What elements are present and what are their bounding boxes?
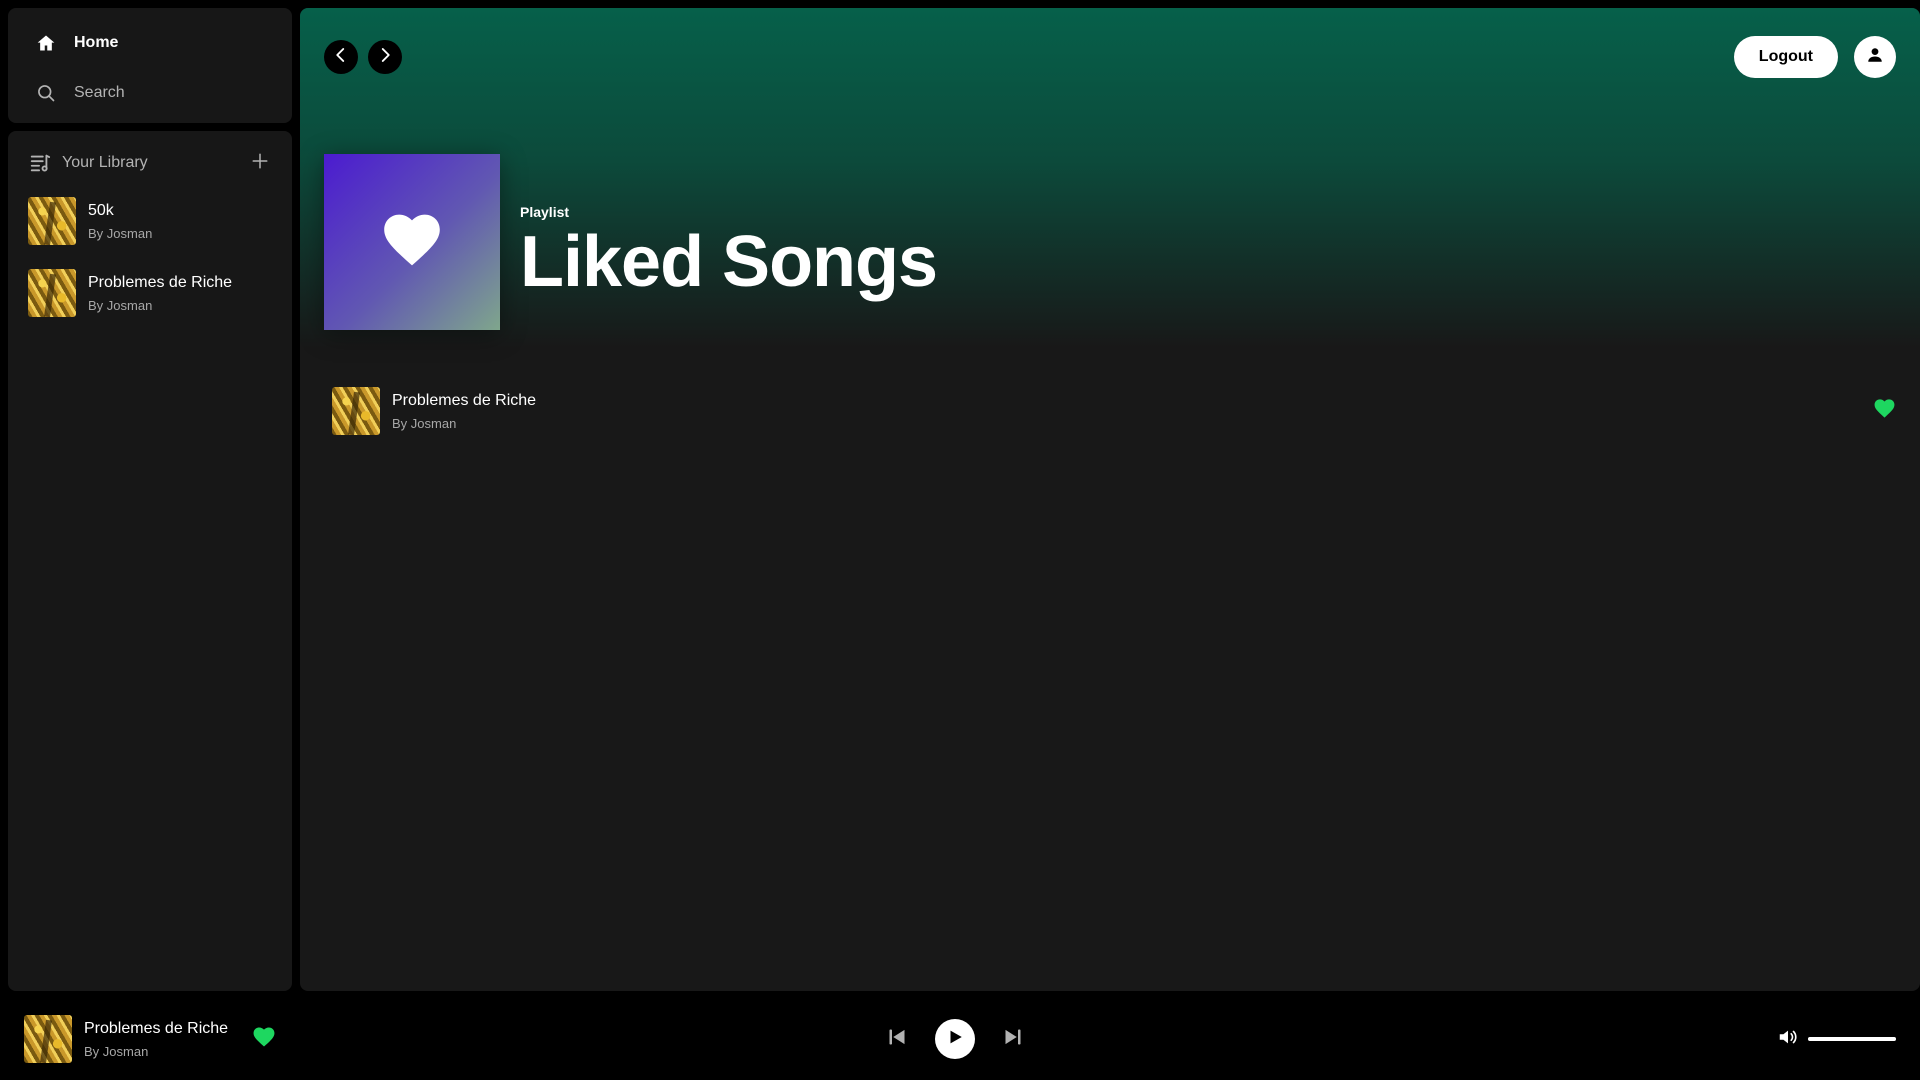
page-title: Liked Songs: [520, 222, 938, 302]
playback-controls: [885, 1019, 1025, 1059]
now-playing-text: Problemes de Riche By Josman: [84, 1020, 228, 1059]
sidebar-item-label: Search: [74, 84, 125, 101]
mute-button[interactable]: [1776, 1027, 1800, 1051]
volume-fill: [1808, 1037, 1896, 1041]
sidebar-item-home[interactable]: Home: [28, 28, 272, 58]
play-button[interactable]: [935, 1019, 975, 1059]
main-content: Logout Playlist Liked Songs Problemes de…: [300, 8, 1920, 991]
play-icon: [946, 1028, 964, 1051]
song-text: Problemes de Riche By Josman: [392, 392, 536, 431]
plus-icon: [251, 152, 269, 175]
user-menu-button[interactable]: [1854, 36, 1896, 78]
chevron-left-icon: [332, 46, 350, 69]
app-window: Home Search Your Library 50k By Josman P…: [0, 0, 1920, 1080]
library-item-text: Problemes de Riche By Josman: [88, 274, 232, 313]
logout-button[interactable]: Logout: [1733, 36, 1838, 78]
history-navigation: [324, 40, 402, 74]
sidebar-item-label: Home: [74, 34, 119, 51]
song-title: Problemes de Riche: [392, 391, 537, 409]
playlist-cover: [324, 154, 500, 330]
playlist-type: Playlist: [520, 204, 570, 220]
heart-icon: [1874, 399, 1895, 423]
forward-button[interactable]: [368, 40, 402, 74]
now-playing-artist: By Josman: [84, 1043, 149, 1059]
library-item[interactable]: Problemes de Riche By Josman: [28, 265, 272, 321]
heart-icon: [383, 213, 441, 272]
library-button[interactable]: Your Library: [28, 151, 148, 175]
user-icon: [1866, 46, 1884, 69]
album-cover: [28, 269, 76, 317]
library-item-subtitle: By Josman: [88, 225, 153, 241]
top-bar: Logout: [324, 35, 1896, 79]
now-playing-title: Problemes de Riche: [84, 1019, 229, 1037]
skip-previous-icon: [887, 1027, 907, 1052]
search-icon: [34, 81, 58, 105]
previous-button[interactable]: [885, 1027, 909, 1051]
library-panel: Your Library 50k By Josman Problemes de …: [8, 131, 292, 991]
volume-slider[interactable]: [1808, 1037, 1896, 1041]
library-item[interactable]: 50k By Josman: [28, 193, 272, 249]
library-item-title: Problemes de Riche: [88, 273, 233, 291]
sidebar-nav: Home Search: [8, 8, 292, 123]
song-artist: By Josman: [392, 415, 457, 431]
album-cover: [28, 197, 76, 245]
library-item-text: 50k By Josman: [88, 202, 152, 241]
playlist-header: Playlist Liked Songs: [324, 154, 938, 330]
player-bar: Problemes de Riche By Josman: [0, 991, 1920, 1080]
next-button[interactable]: [1001, 1027, 1025, 1051]
like-button[interactable]: [252, 1026, 276, 1052]
home-icon: [34, 31, 58, 55]
volume-icon: [1777, 1026, 1799, 1053]
chevron-right-icon: [376, 46, 394, 69]
like-button[interactable]: [1872, 399, 1896, 423]
add-playlist-button[interactable]: [248, 151, 272, 175]
sidebar-item-search[interactable]: Search: [28, 78, 272, 108]
library-item-title: 50k: [88, 201, 114, 219]
library-item-subtitle: By Josman: [88, 297, 153, 313]
album-cover: [332, 387, 380, 435]
library-icon: [28, 151, 52, 175]
album-cover: [24, 1015, 72, 1063]
library-title: Your Library: [62, 154, 148, 171]
playlist-info: Playlist Liked Songs: [520, 204, 938, 302]
heart-icon: [253, 1026, 275, 1052]
song-row[interactable]: Problemes de Riche By Josman: [332, 386, 1896, 436]
now-playing: Problemes de Riche By Josman: [24, 1015, 276, 1063]
library-header: Your Library: [28, 147, 272, 179]
top-right-actions: Logout: [1733, 36, 1896, 78]
volume-control: [1776, 1027, 1896, 1051]
back-button[interactable]: [324, 40, 358, 74]
skip-next-icon: [1003, 1027, 1023, 1052]
